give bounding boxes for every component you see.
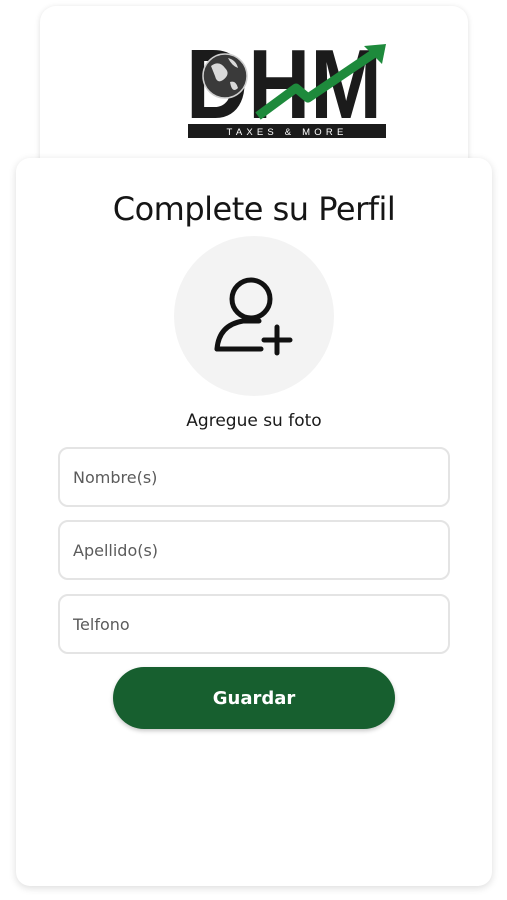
add-user-icon [209, 269, 299, 363]
save-button[interactable]: Guardar [113, 667, 395, 729]
last-name-input[interactable] [58, 520, 450, 580]
first-name-input[interactable] [58, 447, 450, 507]
profile-form-card: Complete su Perfil Agregue su foto Guard… [16, 158, 492, 886]
page-title: Complete su Perfil [112, 190, 396, 228]
phone-input[interactable] [58, 594, 450, 654]
avatar-upload-button[interactable] [174, 236, 334, 396]
logo-tagline: TAXES & MORE [227, 127, 348, 138]
company-logo: DHM TAXES & MORE [186, 32, 402, 142]
add-photo-label: Agregue su foto [186, 411, 322, 431]
